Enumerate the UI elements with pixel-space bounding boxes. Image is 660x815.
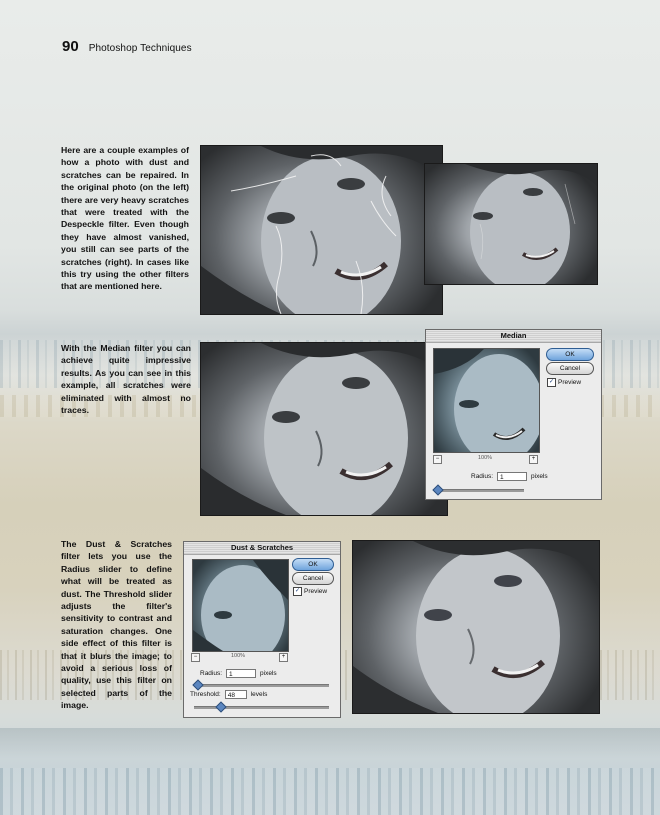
cancel-button[interactable]: Cancel <box>546 362 594 375</box>
radius-unit: pixels <box>531 473 548 480</box>
running-title: Photoshop Techniques <box>88 43 192 54</box>
dust-scratches-dialog: Dust & Scratches − 100% + OK Cancel ✓ Pr… <box>183 541 341 718</box>
dialog-title: Dust & Scratches <box>184 542 340 555</box>
portrait-photo-scratched <box>200 145 443 315</box>
zoom-out-button[interactable]: − <box>433 455 442 464</box>
portrait-photo-median <box>200 342 448 516</box>
body-paragraph-dust-scratches: The Dust & Scratches filter lets you use… <box>61 539 172 711</box>
radius-label: Radius: <box>471 473 494 480</box>
zoom-out-button[interactable]: − <box>191 653 200 662</box>
preview-label: Preview <box>558 379 582 386</box>
radius-row: Radius: 1 pixels <box>471 472 548 481</box>
threshold-label: Threshold: <box>190 691 221 698</box>
preview-checkbox[interactable]: ✓ Preview <box>547 378 581 387</box>
body-paragraph-despeckle: Here are a couple examples of how a phot… <box>61 145 189 292</box>
radius-slider[interactable] <box>432 484 524 496</box>
preview-label: Preview <box>304 588 328 595</box>
portrait-photo-despeckle <box>424 163 598 285</box>
threshold-unit: levels <box>250 691 268 698</box>
radius-row: Radius: 1 pixels <box>200 669 277 678</box>
page-number: 90 <box>62 38 79 55</box>
median-dialog: Median − 100% + OK Cancel ✓ Preview Radi… <box>425 329 602 500</box>
zoom-in-button[interactable]: + <box>529 455 538 464</box>
checkmark-icon: ✓ <box>547 378 556 387</box>
checkmark-icon: ✓ <box>293 587 302 596</box>
background-band <box>0 728 660 758</box>
slider-thumb[interactable] <box>215 701 227 713</box>
radius-unit: pixels <box>260 670 277 677</box>
radius-input[interactable]: 1 <box>226 669 257 678</box>
ok-button[interactable]: OK <box>546 348 594 361</box>
radius-input[interactable]: 1 <box>497 472 528 481</box>
zoom-in-button[interactable]: + <box>279 653 288 662</box>
background-band <box>0 768 660 815</box>
threshold-input[interactable]: 48 <box>224 690 247 699</box>
dialog-title: Median <box>426 330 601 343</box>
filter-preview-pane[interactable] <box>433 348 540 453</box>
body-paragraph-median: With the Median filter you can achieve q… <box>61 343 191 416</box>
portrait-photo-dust-scratches <box>352 540 600 714</box>
filter-preview-pane[interactable] <box>192 559 289 652</box>
slider-thumb[interactable] <box>192 679 204 691</box>
zoom-level: 100% <box>231 653 246 659</box>
radius-slider[interactable] <box>192 679 329 691</box>
threshold-slider[interactable] <box>194 701 329 713</box>
slider-thumb[interactable] <box>432 484 444 496</box>
cancel-button[interactable]: Cancel <box>292 572 334 585</box>
threshold-row: Threshold: 48 levels <box>190 690 267 699</box>
radius-label: Radius: <box>200 670 223 677</box>
zoom-level: 100% <box>478 455 493 461</box>
page-header: 90 Photoshop Techniques <box>62 38 192 55</box>
ok-button[interactable]: OK <box>292 558 334 571</box>
preview-checkbox[interactable]: ✓ Preview <box>293 587 327 596</box>
